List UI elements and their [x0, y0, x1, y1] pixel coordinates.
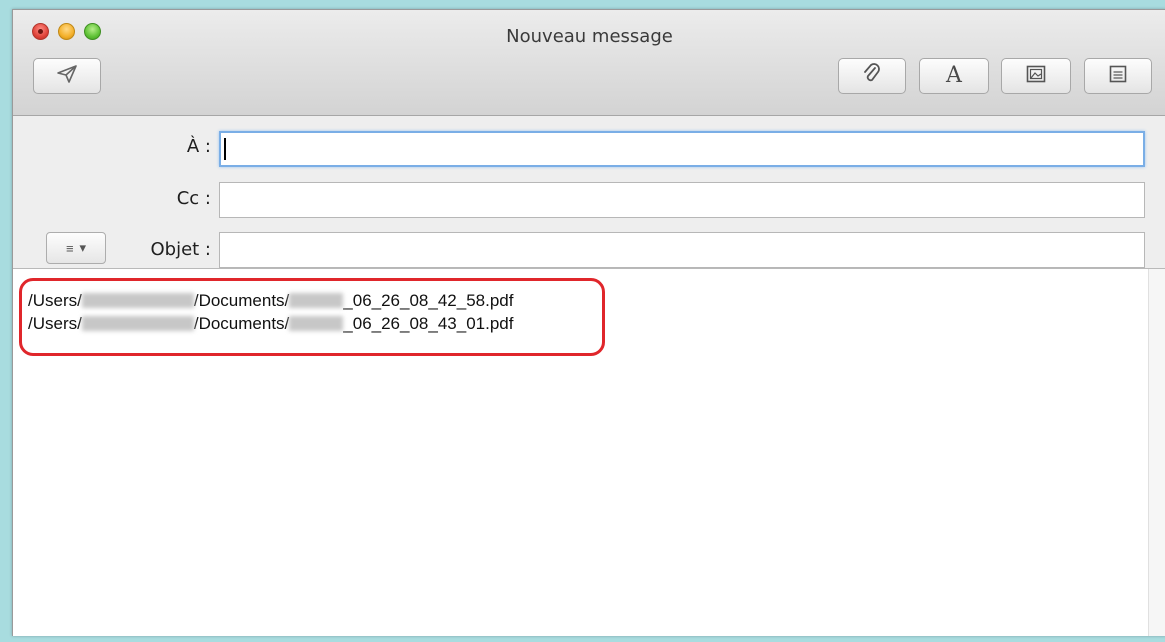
- text-cursor: [224, 138, 226, 160]
- fonts-icon: A: [946, 63, 962, 88]
- photo-browser-icon: [1026, 65, 1046, 88]
- mail-compose-window: Nouveau message A À : Cc: ≡ ▾ Objet: /…: [12, 9, 1165, 636]
- title-bar: Nouveau message A: [13, 10, 1165, 116]
- redacted-filename: [289, 293, 344, 308]
- stationery-button[interactable]: [1084, 58, 1152, 94]
- redacted-username: [81, 293, 194, 308]
- window-title: Nouveau message: [506, 26, 673, 47]
- attach-file-button[interactable]: [838, 58, 906, 94]
- redacted-username: [81, 316, 194, 331]
- list-item: /Users/ /Documents/ _06_26_08_42_58.pdf: [28, 290, 514, 310]
- header-fields-menu-button[interactable]: ≡ ▾: [46, 232, 106, 264]
- send-button[interactable]: [33, 58, 101, 94]
- cc-field[interactable]: [219, 182, 1145, 218]
- send-icon: [56, 64, 78, 89]
- to-label: À :: [186, 136, 211, 157]
- subject-field[interactable]: [219, 232, 1145, 268]
- message-body[interactable]: /Users/ /Documents/ _06_26_08_42_58.pdf …: [13, 269, 1148, 636]
- subject-label: Objet :: [150, 239, 211, 260]
- cc-label: Cc :: [176, 188, 211, 209]
- fonts-button[interactable]: A: [919, 58, 989, 94]
- redacted-filename: [289, 316, 344, 331]
- stationery-icon: [1109, 65, 1127, 88]
- attachment-path-list: /Users/ /Documents/ _06_26_08_42_58.pdf …: [28, 289, 513, 335]
- list-icon: ≡: [65, 240, 74, 256]
- to-field[interactable]: [219, 131, 1145, 167]
- message-header-fields: À : Cc : ≡ ▾ Objet :: [13, 116, 1165, 269]
- paperclip-icon: [862, 62, 882, 90]
- photo-browser-button[interactable]: [1001, 58, 1071, 94]
- list-item: /Users/ /Documents/ _06_26_08_43_01.pdf: [28, 313, 514, 333]
- chevron-down-icon: ▾: [79, 240, 87, 255]
- vertical-scrollbar[interactable]: [1148, 269, 1165, 636]
